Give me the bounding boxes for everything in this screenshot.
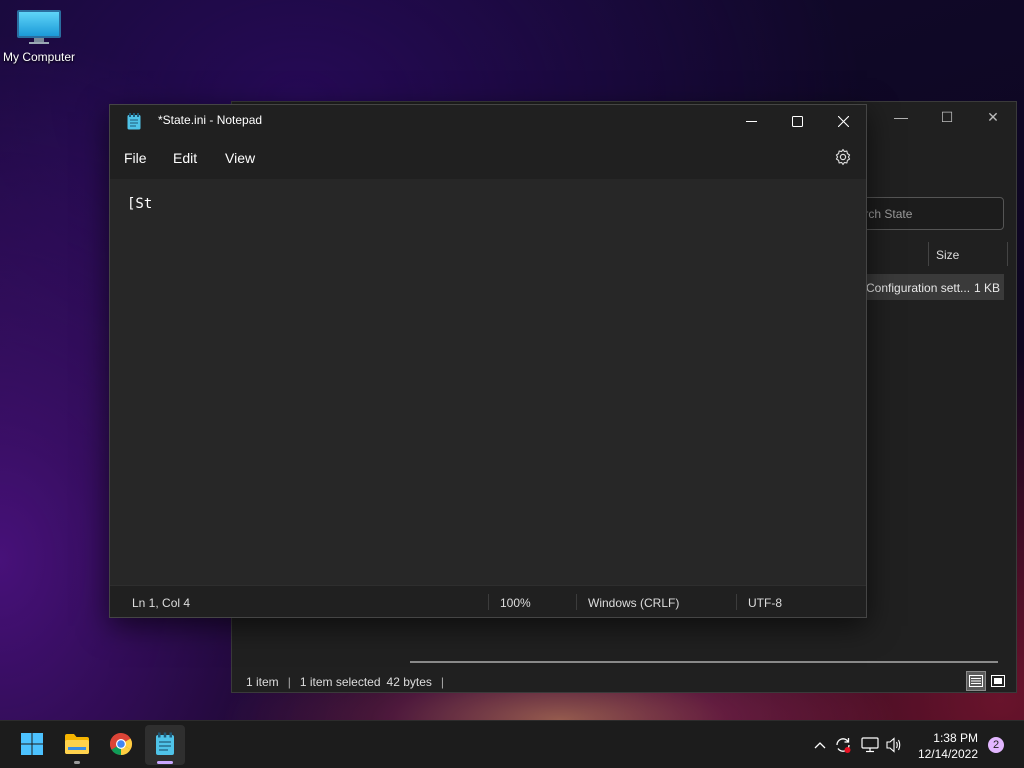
notepad-window[interactable]: *State.ini - Notepad File Edit View [St …: [109, 104, 867, 618]
taskbar-file-explorer[interactable]: [57, 725, 97, 765]
file-size: 1 KB: [973, 281, 1000, 295]
settings-gear-icon[interactable]: [834, 148, 852, 166]
large-icons-view-icon[interactable]: [988, 671, 1008, 691]
notepad-titlebar[interactable]: *State.ini - Notepad: [110, 105, 866, 137]
taskbar-chrome[interactable]: [101, 725, 141, 765]
menu-view[interactable]: View: [225, 150, 255, 166]
start-button[interactable]: [12, 725, 52, 765]
clock-date: 12/14/2022: [917, 747, 978, 761]
desktop-icon-label: My Computer: [2, 50, 76, 64]
volume-icon[interactable]: [884, 721, 906, 768]
minimize-icon[interactable]: —: [878, 102, 924, 132]
notepad-text-area[interactable]: [St: [110, 179, 866, 585]
window-title: *State.ini - Notepad: [158, 113, 263, 127]
close-icon[interactable]: ✕: [970, 102, 1016, 132]
sync-icon[interactable]: [832, 721, 854, 768]
clock-time: 1:38 PM: [933, 731, 978, 745]
explorer-window-controls: — ☐ ✕: [878, 102, 1016, 132]
chrome-icon: [109, 732, 133, 759]
column-header-size[interactable]: Size: [936, 248, 959, 262]
status-zoom: 100%: [500, 596, 531, 610]
menu-edit[interactable]: Edit: [173, 150, 197, 166]
notepad-icon: [155, 732, 175, 759]
notepad-icon: [127, 113, 141, 130]
windows-logo-icon: [20, 732, 44, 759]
taskbar-notepad[interactable]: [145, 725, 185, 765]
maximize-button[interactable]: [774, 105, 820, 137]
notepad-status-bar: Ln 1, Col 4 100% Windows (CRLF) UTF-8: [110, 585, 866, 617]
view-toggle: [966, 671, 1008, 691]
status-cursor-position: Ln 1, Col 4: [132, 596, 191, 610]
folder-icon: [64, 733, 90, 758]
notification-badge[interactable]: 2: [988, 737, 1004, 753]
file-type: Configuration sett...: [866, 281, 971, 295]
taskbar: 1:38 PM 12/14/2022 2: [0, 720, 1024, 768]
horizontal-scrollbar[interactable]: [410, 661, 998, 663]
details-view-icon[interactable]: [966, 671, 986, 691]
maximize-icon[interactable]: ☐: [924, 102, 970, 132]
show-hidden-icons-chevron-up-icon[interactable]: [810, 721, 830, 768]
status-item-count: 1 item: [246, 675, 279, 689]
running-indicator: [74, 761, 80, 764]
notepad-menubar: File Edit View: [110, 137, 866, 179]
explorer-status-bar: 1 item | 1 item selected 42 bytes |: [246, 675, 445, 689]
desktop-icon-my-computer[interactable]: My Computer: [0, 8, 78, 64]
close-button[interactable]: [820, 105, 866, 137]
menu-file[interactable]: File: [124, 150, 147, 166]
status-selected: 1 item selected: [299, 675, 381, 689]
taskbar-clock[interactable]: 1:38 PM 12/14/2022: [918, 730, 978, 762]
minimize-button[interactable]: [728, 105, 774, 137]
status-encoding: UTF-8: [748, 596, 782, 610]
monitor-icon: [17, 8, 61, 44]
status-line-ending: Windows (CRLF): [588, 596, 680, 610]
network-icon[interactable]: [859, 721, 881, 768]
active-indicator: [157, 761, 173, 764]
status-bytes: 42 bytes: [386, 675, 432, 689]
